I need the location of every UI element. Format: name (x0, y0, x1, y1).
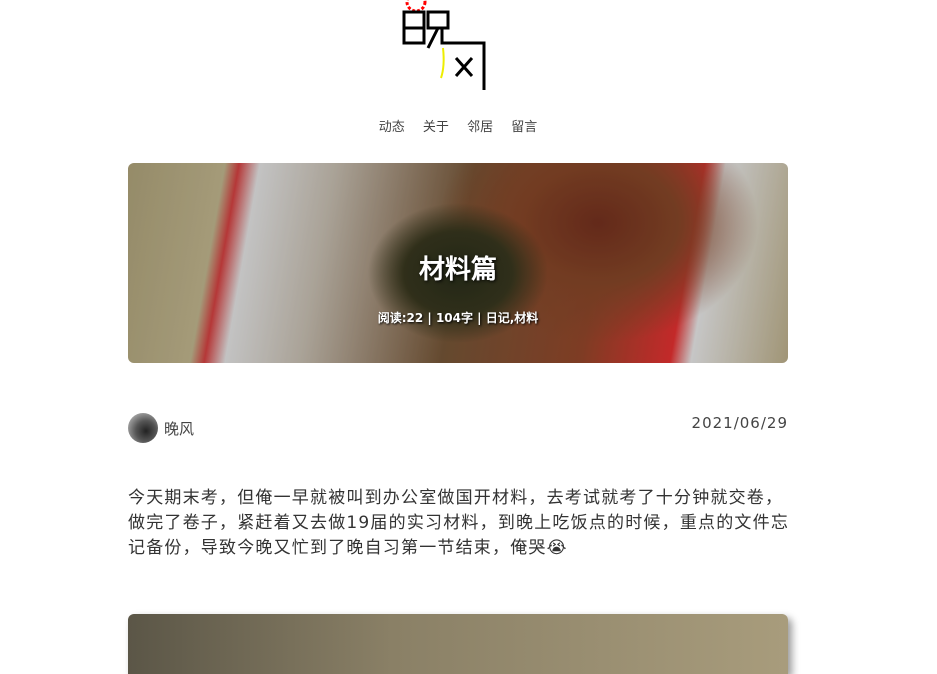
post-image (128, 614, 788, 674)
post-meta: 阅读:22 | 104字 | 日记,材料 (377, 311, 539, 325)
nav-item-about[interactable]: 关于 (423, 120, 449, 135)
nav-item-messages[interactable]: 留言 (511, 120, 537, 135)
nav-item-dynamic[interactable]: 动态 (379, 120, 405, 135)
main-nav: 动态 关于 邻居 留言 (0, 116, 916, 135)
site-logo[interactable] (398, 0, 490, 92)
nav-item-neighbors[interactable]: 邻居 (467, 120, 493, 135)
post-title: 材料篇 (418, 255, 497, 285)
post-cover: 材料篇 阅读:22 | 104字 | 日记,材料 (128, 163, 788, 363)
author-info: 晚风 (128, 413, 194, 443)
post-date: 2021/06/29 (691, 414, 788, 432)
avatar[interactable] (128, 413, 158, 443)
author-name: 晚风 (164, 419, 195, 438)
post-content: 今天期末考，但俺一早就被叫到办公室做国开材料，去考试就考了十分钟就交卷，做完了卷… (128, 488, 790, 558)
